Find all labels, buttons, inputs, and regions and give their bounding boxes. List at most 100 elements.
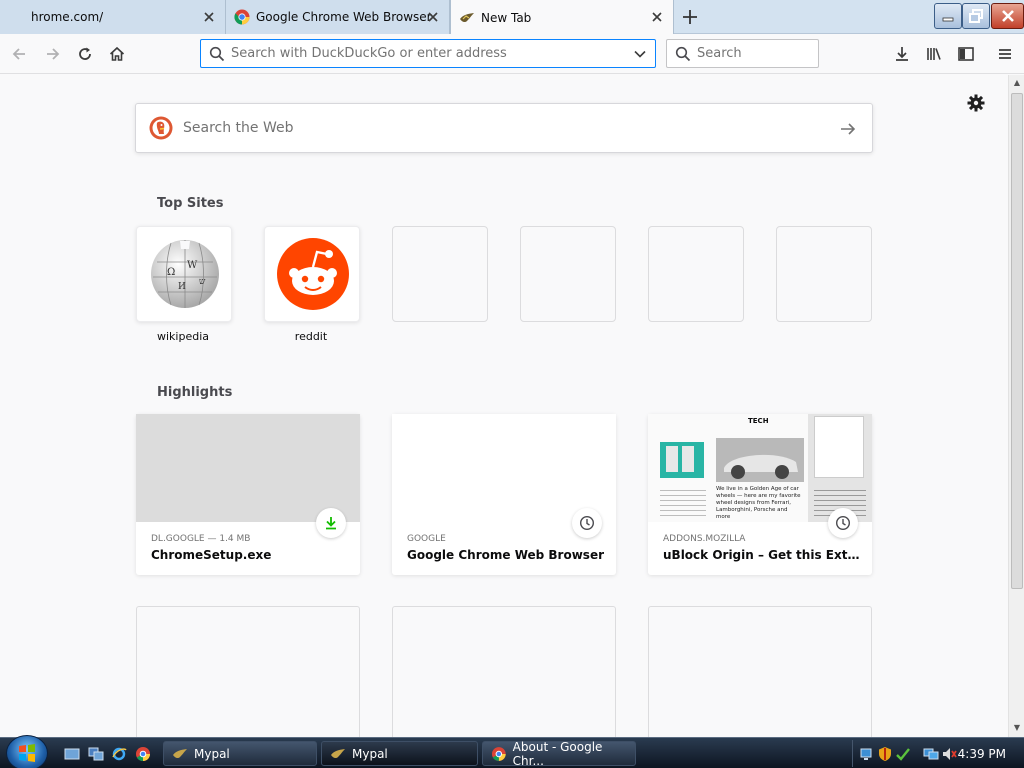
windows-logo-icon [19, 744, 35, 762]
gear-icon[interactable] [966, 93, 986, 113]
task-label: About - Google Chr... [512, 739, 603, 768]
forward-button[interactable] [40, 41, 66, 67]
top-site-wikipedia[interactable]: Ω W И ש [136, 226, 232, 322]
tab-chrome-com[interactable]: hrome.com/ [0, 0, 226, 34]
library-button[interactable] [921, 41, 947, 67]
tab-google-chrome[interactable]: Google Chrome Web Browser [226, 0, 450, 34]
reload-icon [79, 47, 91, 60]
card-title: ChromeSetup.exe [151, 548, 272, 562]
card-thumbnail [136, 414, 360, 522]
show-desktop-icon[interactable] [64, 746, 80, 762]
system-tray: 4:39 PM [852, 740, 1024, 767]
restore-icon [969, 9, 983, 23]
close-tab-icon[interactable] [201, 9, 217, 25]
scroll-up-arrow-icon[interactable]: ▲ [1012, 78, 1022, 88]
plus-icon [683, 10, 697, 24]
address-input[interactable] [231, 40, 621, 67]
volume-muted-icon[interactable] [941, 746, 957, 762]
duckduckgo-logo-icon [149, 116, 173, 140]
task-label: Mypal [352, 746, 388, 761]
search-input[interactable] [697, 40, 807, 67]
thumb-section-label: TECH [748, 417, 769, 425]
internet-explorer-icon[interactable] [111, 746, 127, 762]
download-badge [316, 508, 346, 538]
taskbar-item-mypal-1[interactable]: Mypal [163, 741, 317, 766]
highlight-card-chromesetup[interactable]: DL.GOOGLE — 1.4 MB ChromeSetup.exe [136, 414, 360, 575]
top-site-empty[interactable] [648, 226, 744, 322]
card-context: DL.GOOGLE — 1.4 MB [151, 534, 251, 544]
display-icon[interactable] [923, 746, 939, 762]
highlight-card-google[interactable]: GOOGLE Google Chrome Web Browser [392, 414, 616, 575]
minimize-button[interactable] [934, 3, 962, 29]
task-label: Mypal [194, 746, 230, 761]
vertical-scrollbar[interactable]: ▲ ▼ [1008, 75, 1024, 737]
web-search-box[interactable] [135, 103, 873, 153]
car-image-icon [724, 454, 798, 479]
chevron-down-icon[interactable] [633, 47, 647, 61]
arrow-right-icon[interactable] [839, 120, 857, 138]
tab-title: Google Chrome Web Browser [256, 10, 432, 24]
taskbar-item-mypal-2[interactable]: Mypal [321, 741, 478, 766]
switch-windows-icon[interactable] [88, 746, 104, 762]
clock-icon [835, 515, 851, 531]
scroll-down-arrow-icon[interactable]: ▼ [1012, 723, 1022, 733]
top-site-empty[interactable] [776, 226, 872, 322]
menu-button[interactable] [992, 41, 1018, 67]
clock[interactable]: 4:39 PM [958, 747, 1006, 761]
new-tab-button[interactable] [676, 4, 704, 30]
close-tab-icon[interactable] [425, 9, 441, 25]
downloads-button[interactable] [889, 41, 915, 67]
library-icon [927, 48, 941, 60]
highlight-card-empty [648, 606, 872, 746]
download-icon [896, 47, 908, 61]
top-site-reddit[interactable] [264, 226, 360, 322]
svg-text:ש: ש [199, 277, 206, 287]
close-window-button[interactable] [991, 3, 1024, 29]
top-sites-heading: Top Sites [157, 196, 224, 211]
chrome-icon [491, 746, 506, 761]
search-icon [209, 46, 225, 61]
top-site-empty[interactable] [520, 226, 616, 322]
mypal-bird-icon [173, 748, 187, 758]
reload-button[interactable] [72, 41, 98, 67]
web-search-input[interactable] [183, 120, 823, 136]
start-button[interactable] [6, 735, 48, 768]
tab-title: hrome.com/ [31, 10, 104, 24]
top-site-empty[interactable] [392, 226, 488, 322]
svg-text:Ω: Ω [167, 267, 175, 278]
card-title: uBlock Origin – Get this Extensio... [663, 548, 863, 562]
highlight-card-empty [136, 606, 360, 746]
highlight-card-ublock[interactable]: TECH We live in a Golden Age of car whee… [648, 414, 872, 575]
scrollbar-thumb[interactable] [1011, 93, 1023, 589]
address-bar[interactable] [200, 39, 656, 68]
card-context: ADDONS.MOZILLA [663, 534, 746, 544]
highlight-card-empty [392, 606, 616, 746]
network-icon[interactable] [859, 746, 875, 762]
mypal-bird-icon [460, 12, 474, 22]
restore-button[interactable] [962, 3, 990, 29]
home-icon [109, 46, 125, 61]
back-button[interactable] [6, 41, 32, 67]
close-tab-icon[interactable] [649, 9, 665, 25]
chrome-favicon-icon [234, 9, 250, 25]
home-button[interactable] [104, 41, 130, 67]
download-icon [326, 517, 336, 530]
highlights-heading: Highlights [157, 385, 233, 400]
forward-arrow-icon [47, 48, 60, 60]
tab-new-tab[interactable]: New Tab [450, 0, 674, 35]
wikipedia-globe-icon: Ω W И ש [151, 240, 219, 308]
search-icon [675, 46, 691, 61]
chrome-icon[interactable] [135, 746, 151, 762]
sidebar-button[interactable] [953, 41, 979, 67]
svg-text:И: И [178, 282, 186, 292]
security-shield-icon[interactable] [877, 746, 893, 762]
search-bar[interactable] [666, 39, 819, 68]
card-thumbnail [392, 414, 616, 522]
checkmark-icon[interactable] [895, 746, 911, 762]
tab-title: New Tab [481, 10, 532, 25]
windows-taskbar: Mypal Mypal About - Google Chr... 4:39 P… [0, 735, 1024, 768]
new-tab-page: Top Sites Ω W И ש wikipedia reddit Highl… [0, 75, 1008, 746]
top-site-label: reddit [294, 330, 328, 343]
taskbar-item-chrome[interactable]: About - Google Chr... [482, 739, 636, 768]
clock-icon [579, 515, 595, 531]
